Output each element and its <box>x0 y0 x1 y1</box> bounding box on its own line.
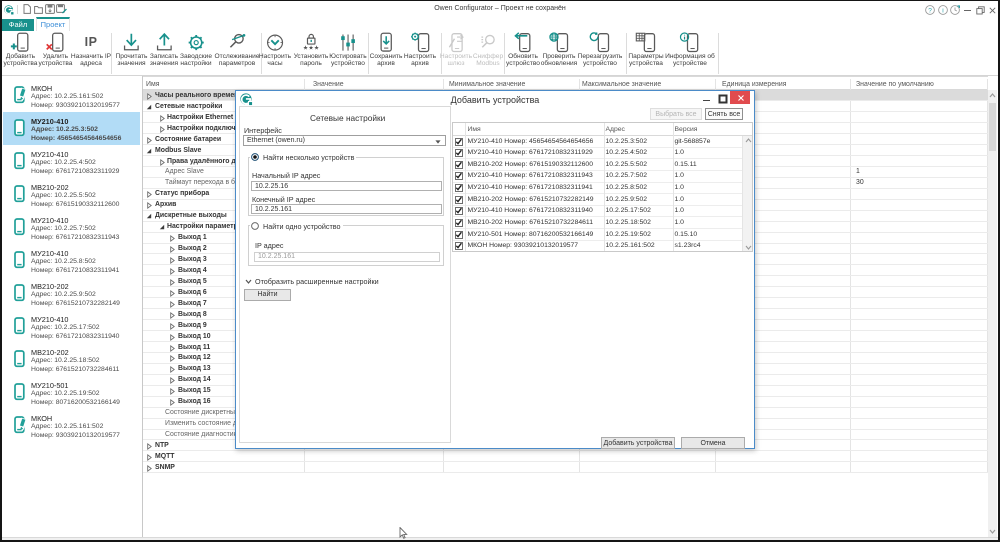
svg-text:?: ? <box>928 7 932 14</box>
svg-text:i: i <box>942 7 943 14</box>
